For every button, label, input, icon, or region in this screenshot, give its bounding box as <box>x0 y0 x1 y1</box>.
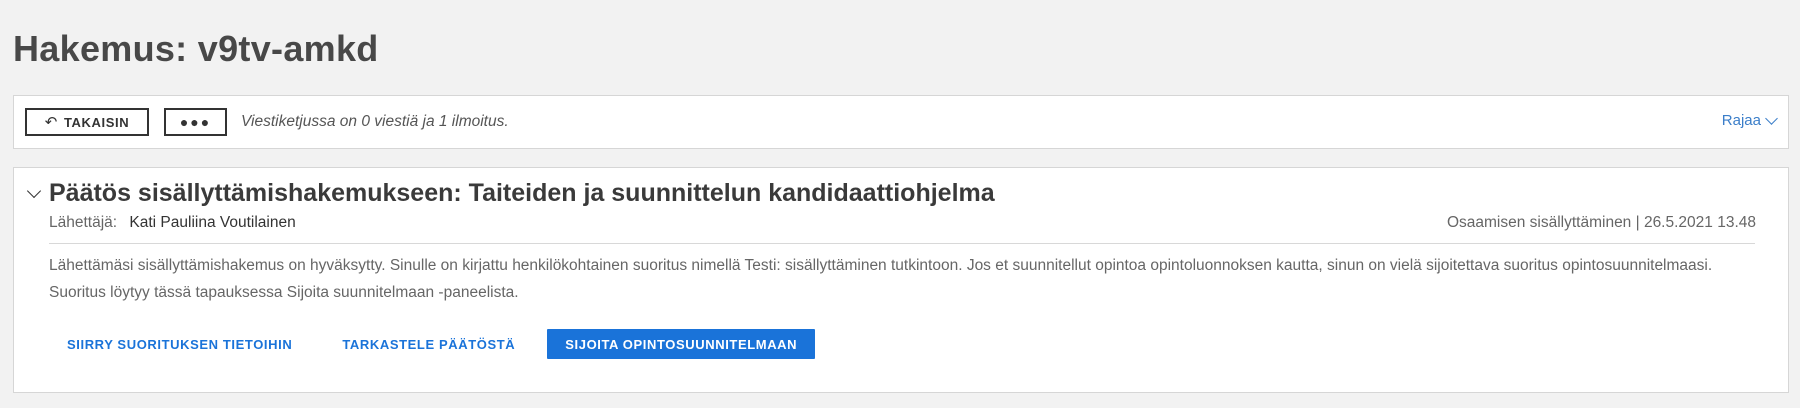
sender-label: Lähettäjä: <box>49 214 118 231</box>
message-toolbar: ↶ TAKAISIN ●●● Viestiketjussa on 0 viest… <box>13 95 1789 149</box>
chevron-down-icon <box>1765 111 1778 125</box>
place-in-plan-button[interactable]: SIJOITA OPINTOSUUNNITELMAAN <box>547 329 816 359</box>
message-card: Päätös sisällyttämishakemukseen: Taiteid… <box>13 167 1789 393</box>
back-button[interactable]: ↶ TAKAISIN <box>25 108 149 136</box>
page-title: Hakemus: v9tv-amkd <box>13 28 379 69</box>
chevron-collapse-icon[interactable] <box>26 183 42 199</box>
undo-arrow-icon: ↶ <box>44 114 58 131</box>
filter-dropdown[interactable]: Rajaa <box>1721 111 1778 129</box>
message-title: Päätös sisällyttämishakemukseen: Taiteid… <box>49 179 995 207</box>
divider <box>49 243 1755 244</box>
message-body: Lähettämäsi sisällyttämishakemus on hyvä… <box>49 257 1713 301</box>
message-meta: Osaamisen sisällyttäminen | 26.5.2021 13… <box>1446 214 1756 231</box>
message-actions: SIIRRY SUORITUKSEN TIETOIHIN TARKASTELE … <box>49 329 816 359</box>
more-dots-icon: ●●● <box>179 114 212 130</box>
view-decision-button[interactable]: TARKASTELE PÄÄTÖSTÄ <box>324 329 533 359</box>
filter-label: Rajaa <box>1721 112 1761 129</box>
sender-row: Lähettäjä: Kati Pauliina Voutilainen <box>49 214 296 232</box>
thread-info-text: Viestiketjussa on 0 viestiä ja 1 ilmoitu… <box>241 113 509 130</box>
back-button-label: TAKAISIN <box>63 114 130 130</box>
goto-credit-button[interactable]: SIIRRY SUORITUKSEN TIETOIHIN <box>49 329 310 359</box>
sender-name: Kati Pauliina Voutilainen <box>129 214 296 231</box>
more-options-button[interactable]: ●●● <box>164 108 227 136</box>
